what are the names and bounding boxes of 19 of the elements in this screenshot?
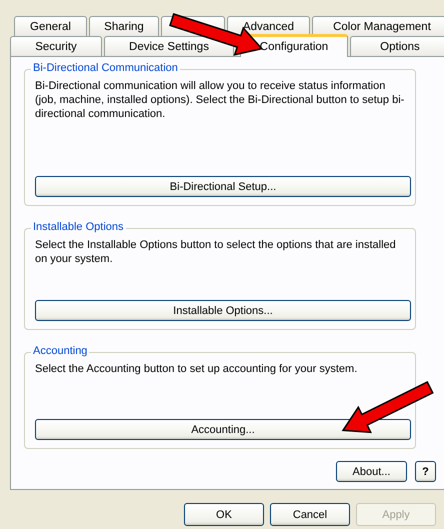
dialog-button[interactable]: OK <box>184 503 264 526</box>
tab[interactable]: Sharing <box>89 16 159 36</box>
group-title: Accounting <box>31 345 90 357</box>
setup-button[interactable]: Accounting... <box>35 419 411 440</box>
tab[interactable]: General <box>14 16 87 36</box>
tab[interactable]: Security <box>10 36 102 56</box>
group-description: Select the Accounting button to set up accounting for your system. <box>35 362 358 376</box>
group-description: Bi-Directional communication will allow you to receive status information (job, machine, installed options). Select the Bi-Directional button to setup bi-directional communication. <box>35 79 406 121</box>
tab[interactable]: Options <box>350 36 444 56</box>
group-description: Select the Installable Options button to select the options that are installed on your system. <box>35 238 397 266</box>
about-button[interactable]: About... <box>336 461 407 482</box>
setup-button[interactable]: Installable Options... <box>35 300 411 321</box>
tab[interactable]: Device Settings <box>104 36 234 56</box>
setup-button[interactable]: Bi-Directional Setup... <box>35 176 411 197</box>
dialog-button[interactable]: Cancel <box>270 503 350 526</box>
tab[interactable]: Color Management <box>312 16 444 36</box>
help-button[interactable]: ? <box>415 461 436 482</box>
group-title: Installable Options <box>31 221 126 233</box>
group-title: Bi-Directional Communication <box>31 62 180 74</box>
